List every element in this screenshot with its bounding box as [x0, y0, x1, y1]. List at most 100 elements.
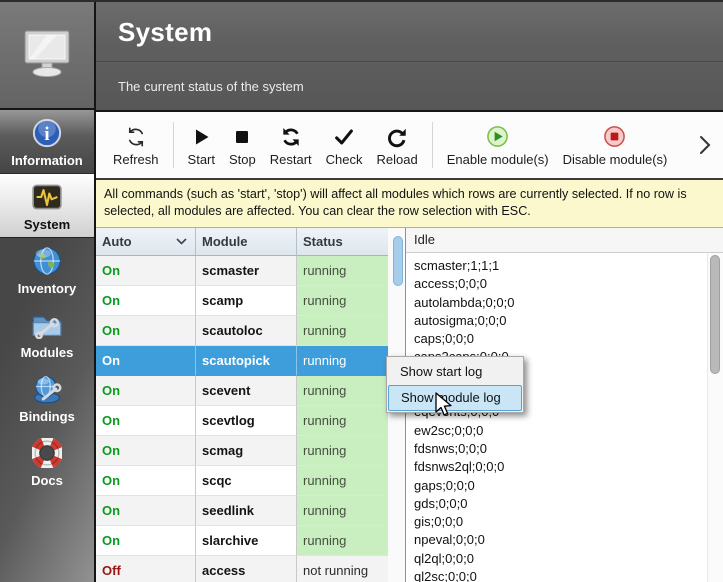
status-line: scmaster;1;1;1 [414, 257, 701, 275]
status-cell: running [297, 256, 388, 286]
table-row[interactable]: On scqc running [96, 466, 405, 496]
sidebar-item-system[interactable]: System [0, 174, 94, 238]
sidebar-item-inventory[interactable]: Inventory [0, 238, 94, 302]
sidebar-item-docs[interactable]: Docs [0, 430, 94, 494]
table-row[interactable]: On seedlink running [96, 496, 405, 526]
disable-modules-button[interactable]: Disable module(s) [556, 121, 675, 170]
table-row[interactable]: On scamp running [96, 286, 405, 316]
auto-cell: On [96, 346, 196, 376]
check-button[interactable]: Check [319, 121, 370, 170]
status-line: ew2sc;0;0;0 [414, 422, 701, 440]
module-cell: access [196, 556, 297, 582]
toolbar-separator [173, 122, 174, 168]
table-row[interactable]: On scautopick running [96, 346, 405, 376]
toolbar-overflow-button[interactable] [691, 132, 719, 158]
sidebar-item-label: Modules [21, 345, 74, 360]
auto-cell: On [96, 376, 196, 406]
auto-cell: On [96, 436, 196, 466]
sidebar-item-label: Bindings [19, 409, 75, 424]
column-header-status[interactable]: Status [297, 228, 388, 256]
reload-button[interactable]: Reload [370, 121, 425, 170]
module-cell: scevent [196, 376, 297, 406]
table-row[interactable]: On scevent running [96, 376, 405, 406]
status-cell: running [297, 526, 388, 556]
table-row[interactable]: On scautoloc running [96, 316, 405, 346]
button-label: Stop [229, 152, 256, 167]
column-label: Auto [102, 234, 132, 249]
stop-button[interactable]: Stop [222, 121, 263, 170]
module-cell: scqc [196, 466, 297, 496]
module-cell: scmaster [196, 256, 297, 286]
status-cell: running [297, 436, 388, 466]
sidebar-item-label: System [24, 217, 70, 232]
enable-modules-button[interactable]: Enable module(s) [440, 121, 556, 170]
context-menu: Show start log Show module log [386, 356, 524, 413]
status-cell: running [297, 286, 388, 316]
auto-cell: On [96, 286, 196, 316]
disable-module-icon [603, 124, 626, 150]
folder-wrench-icon [31, 308, 63, 342]
auto-cell: On [96, 406, 196, 436]
panel-scrollbar-thumb[interactable] [710, 255, 720, 374]
column-label: Status [303, 234, 343, 249]
globe-icon [32, 244, 62, 278]
toolbar: Refresh Start Stop [96, 110, 723, 180]
auto-cell: Off [96, 556, 196, 582]
button-label: Refresh [113, 152, 159, 167]
info-banner: All commands (such as 'start', 'stop') w… [96, 180, 723, 228]
toolbar-separator [432, 122, 433, 168]
status-line: ql2sc;0;0;0 [414, 568, 701, 582]
auto-cell: On [96, 316, 196, 346]
auto-cell: On [96, 496, 196, 526]
auto-cell: On [96, 526, 196, 556]
status-cell: running [297, 316, 388, 346]
app-logo [0, 0, 94, 110]
system-activity-icon [32, 180, 62, 214]
module-cell: slarchive [196, 526, 297, 556]
page-title: System [118, 17, 212, 48]
menu-item-show-start-log[interactable]: Show start log [388, 358, 522, 385]
sidebar-item-information[interactable]: i Information [0, 110, 94, 174]
status-line: caps;0;0;0 [414, 330, 701, 348]
status-cell: running [297, 496, 388, 526]
table-body: On scmaster running On scamp running On … [96, 256, 405, 582]
refresh-button[interactable]: Refresh [106, 121, 166, 170]
restart-button[interactable]: Restart [263, 121, 319, 170]
module-cell: seedlink [196, 496, 297, 526]
status-line: npeval;0;0;0 [414, 531, 701, 549]
status-line: gds;0;0;0 [414, 495, 701, 513]
table-row[interactable]: Off access not running [96, 556, 405, 582]
start-button[interactable]: Start [181, 121, 222, 170]
page-header: System The current status of the system [96, 0, 723, 110]
status-cell: running [297, 466, 388, 496]
table-row[interactable]: On scmaster running [96, 256, 405, 286]
monitor-icon [21, 29, 73, 79]
table-row[interactable]: On scevtlog running [96, 406, 405, 436]
column-label: Module [202, 234, 248, 249]
sidebar: i Information System [0, 0, 96, 582]
restart-icon [280, 124, 302, 150]
button-label: Restart [270, 152, 312, 167]
status-line: gaps;0;0;0 [414, 477, 701, 495]
chevron-right-icon [697, 132, 713, 158]
sidebar-item-bindings[interactable]: Bindings [0, 366, 94, 430]
status-line: autosigma;0;0;0 [414, 312, 701, 330]
table-header-row: Auto Module Status [96, 228, 405, 256]
module-cell: scautopick [196, 346, 297, 376]
column-header-auto[interactable]: Auto [96, 228, 196, 256]
status-line: gis;0;0;0 [414, 513, 701, 531]
status-line: access;0;0;0 [414, 275, 701, 293]
sidebar-item-label: Docs [31, 473, 63, 488]
mouse-cursor [434, 392, 454, 423]
column-header-module[interactable]: Module [196, 228, 297, 256]
button-label: Check [326, 152, 363, 167]
menu-item-show-module-log[interactable]: Show module log [388, 385, 522, 411]
module-cell: scautoloc [196, 316, 297, 346]
status-cell: running [297, 346, 388, 376]
stop-icon [233, 124, 251, 150]
app-window: i Information System [0, 0, 723, 582]
table-scrollbar-thumb[interactable] [393, 236, 403, 286]
table-row[interactable]: On scmag running [96, 436, 405, 466]
sidebar-item-modules[interactable]: Modules [0, 302, 94, 366]
table-row[interactable]: On slarchive running [96, 526, 405, 556]
